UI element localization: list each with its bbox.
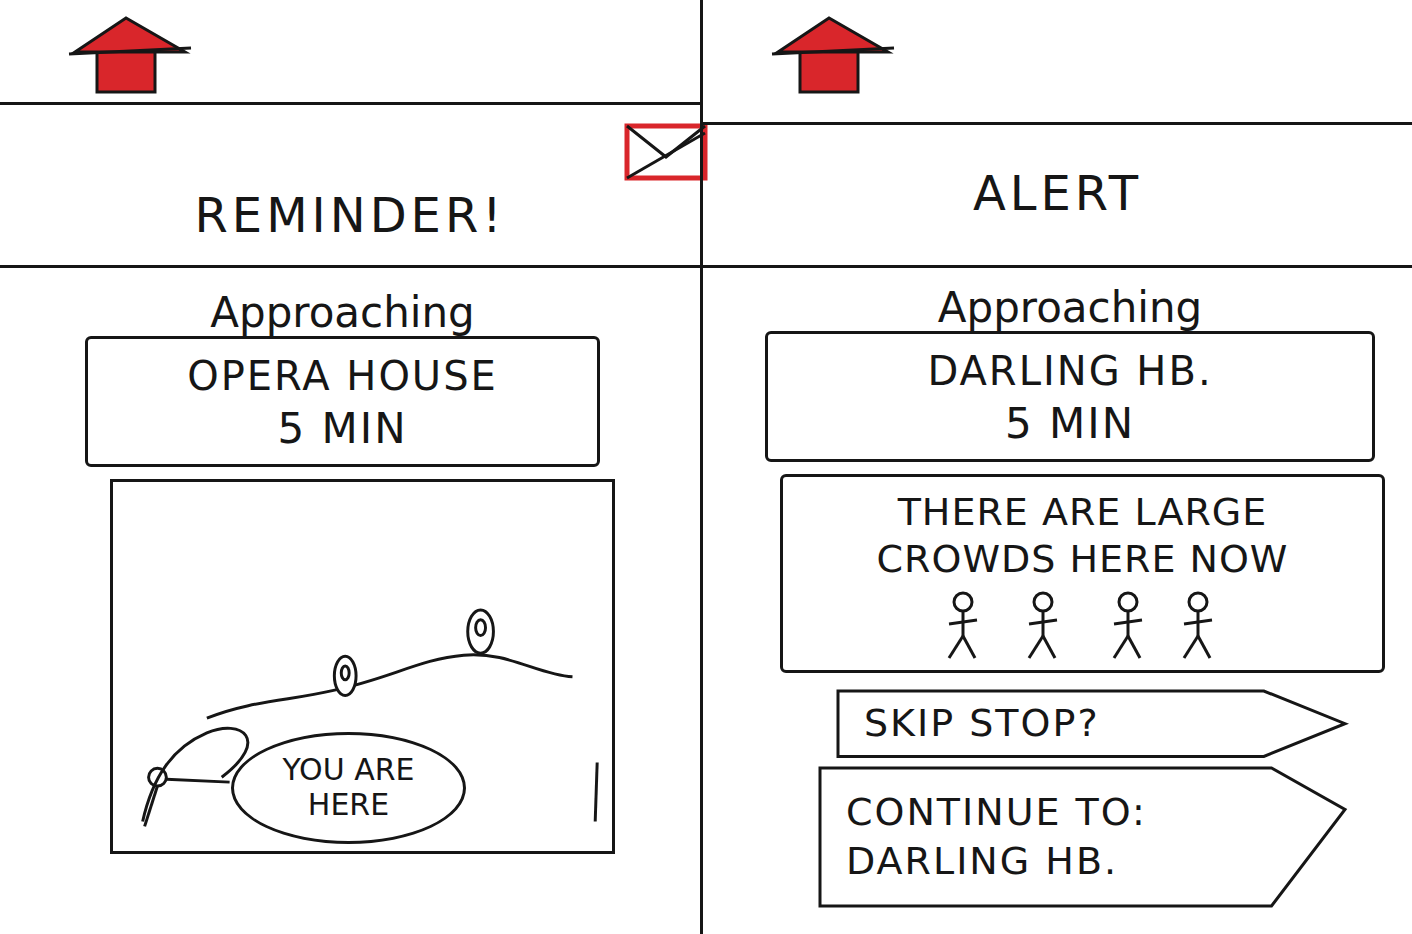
top-bar xyxy=(0,0,700,105)
action-label: SKIP STOP? xyxy=(864,699,1100,748)
stop-name: DARLING HB. xyxy=(927,348,1212,394)
approaching-label: Approaching xyxy=(765,283,1375,333)
reminder-screen: REMINDER! Approaching OPERA HOUSE 5 MIN YOU … xyxy=(0,0,700,934)
location-marker-icon xyxy=(145,768,230,826)
stop-box: OPERA HOUSE 5 MIN xyxy=(85,336,600,466)
alert-screen: ALERT Approaching DARLING HB. 5 MIN THERE AR… xyxy=(700,0,1412,934)
home-icon[interactable] xyxy=(65,14,195,96)
continue-button[interactable]: CONTINUE TO:DARLING HB. xyxy=(820,768,1345,906)
home-icon[interactable] xyxy=(768,14,898,96)
notice-text: THERE ARE LARGE CROWDS HERE NOW xyxy=(833,489,1333,584)
map[interactable]: YOU ARE HERE xyxy=(110,479,615,854)
top-bar xyxy=(703,0,1412,125)
crowd-notice: THERE ARE LARGE CROWDS HERE NOW xyxy=(780,474,1385,673)
action-label: CONTINUE TO: xyxy=(846,788,1147,837)
screen-content: Approaching OPERA HOUSE 5 MIN YOU ARE HERE xyxy=(0,268,700,854)
crowd-icon xyxy=(933,590,1233,662)
title-area: ALERT xyxy=(703,125,1412,268)
map-pin-icon xyxy=(468,610,494,653)
envelope-row xyxy=(624,123,708,181)
action-destination: DARLING HB. xyxy=(846,837,1118,886)
screen-content: Approaching DARLING HB. 5 MIN THERE ARE LAR… xyxy=(703,268,1412,906)
stop-time: 5 MIN xyxy=(1005,400,1135,448)
screen-title: ALERT xyxy=(973,165,1142,221)
stop-name: OPERA HOUSE xyxy=(187,353,498,399)
title-area: REMINDER! xyxy=(0,105,700,268)
screen-title: REMINDER! xyxy=(194,187,505,243)
approaching-label: Approaching xyxy=(85,288,600,338)
skip-stop-button[interactable]: SKIP STOP? xyxy=(838,691,1345,756)
stop-time: 5 MIN xyxy=(277,405,407,453)
stop-box: DARLING HB. 5 MIN xyxy=(765,331,1375,461)
you-are-here-bubble: YOU ARE HERE xyxy=(231,732,466,844)
sketch-page: REMINDER! Approaching OPERA HOUSE 5 MIN YOU … xyxy=(0,0,1412,934)
arrow-shape xyxy=(820,768,1345,906)
envelope-icon[interactable] xyxy=(624,123,708,181)
map-pin-icon xyxy=(334,656,356,695)
